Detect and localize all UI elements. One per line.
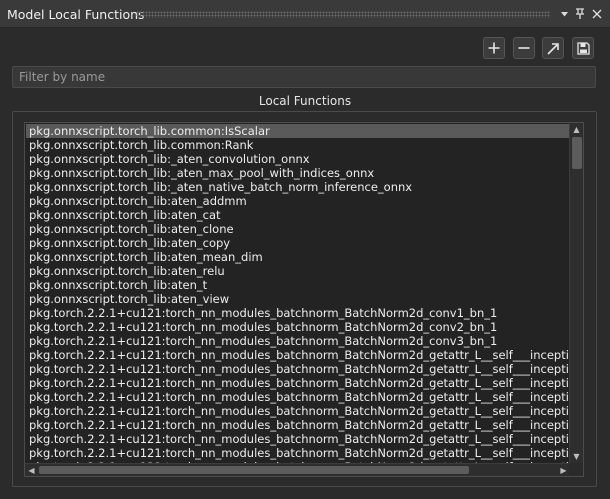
filter-input[interactable]	[12, 66, 596, 88]
group-title: Local Functions	[258, 94, 352, 108]
list-item[interactable]: pkg.torch.2.2.1+cu121:torch_nn_modules_b…	[26, 334, 569, 348]
save-button[interactable]	[572, 37, 594, 59]
list-item[interactable]: pkg.torch.2.2.1+cu121:torch_nn_modules_b…	[26, 446, 569, 460]
scroll-corner	[569, 463, 583, 476]
list-item[interactable]: pkg.torch.2.2.1+cu121:torch_nn_modules_b…	[26, 390, 569, 404]
list-item[interactable]: pkg.onnxscript.torch_lib:aten_clone	[26, 222, 569, 236]
vertical-scroll-thumb[interactable]	[572, 137, 582, 169]
scroll-down-icon[interactable]: ▼	[570, 450, 583, 463]
pin-icon[interactable]	[572, 6, 588, 22]
window-title: Model Local Functions	[7, 7, 145, 22]
export-button[interactable]	[542, 37, 564, 59]
list-item[interactable]: pkg.onnxscript.torch_lib:_aten_native_ba…	[26, 180, 569, 194]
list-item[interactable]: pkg.onnxscript.torch_lib:aten_addmm	[26, 194, 569, 208]
list-item[interactable]: pkg.onnxscript.torch_lib:aten_relu	[26, 264, 569, 278]
list-item[interactable]: pkg.torch.2.2.1+cu121:torch_nn_modules_b…	[26, 362, 569, 376]
list-item[interactable]: pkg.onnxscript.torch_lib:aten_view	[26, 292, 569, 306]
list-rows: pkg.onnxscript.torch_lib.common:IsScalar…	[26, 124, 569, 464]
list-item[interactable]: pkg.torch.2.2.1+cu121:torch_nn_modules_b…	[26, 432, 569, 446]
scroll-up-icon[interactable]: ▲	[570, 123, 583, 136]
vertical-scrollbar[interactable]: ▲ ▼	[569, 123, 583, 463]
list-item[interactable]: pkg.torch.2.2.1+cu121:torch_nn_modules_b…	[26, 320, 569, 334]
list-item[interactable]: pkg.onnxscript.torch_lib:aten_mean_dim	[26, 250, 569, 264]
list-item[interactable]: pkg.onnxscript.torch_lib:aten_copy	[26, 236, 569, 250]
list-item[interactable]: pkg.torch.2.2.1+cu121:torch_nn_modules_b…	[26, 418, 569, 432]
list-item[interactable]: pkg.torch.2.2.1+cu121:torch_nn_modules_b…	[26, 376, 569, 390]
list-item[interactable]: pkg.torch.2.2.1+cu121:torch_nn_modules_b…	[26, 306, 569, 320]
save-icon	[576, 41, 590, 55]
plus-icon	[488, 42, 500, 54]
horizontal-scrollbar[interactable]: ◀ ▶	[25, 463, 570, 476]
close-icon[interactable]	[589, 6, 605, 22]
scroll-left-icon[interactable]: ◀	[25, 464, 38, 476]
drag-grip[interactable]	[136, 11, 550, 18]
list-item[interactable]: pkg.torch.2.2.1+cu121:torch_nn_modules_b…	[26, 348, 569, 362]
list-item[interactable]: pkg.onnxscript.torch_lib.common:IsScalar	[26, 124, 569, 138]
list-item[interactable]: pkg.torch.2.2.1+cu121:torch_nn_modules_b…	[26, 404, 569, 418]
add-button[interactable]	[483, 37, 505, 59]
title-bar[interactable]: Model Local Functions	[0, 0, 610, 28]
minus-icon	[518, 42, 530, 54]
list-item[interactable]: pkg.onnxscript.torch_lib:aten_t	[26, 278, 569, 292]
horizontal-scroll-thumb[interactable]	[39, 466, 469, 474]
list-item[interactable]: pkg.onnxscript.torch_lib:_aten_convoluti…	[26, 152, 569, 166]
list-item[interactable]: pkg.onnxscript.torch_lib:aten_cat	[26, 208, 569, 222]
export-icon	[546, 42, 560, 55]
list-item[interactable]: pkg.onnxscript.torch_lib.common:Rank	[26, 138, 569, 152]
remove-button[interactable]	[513, 37, 535, 59]
chevron-down-icon[interactable]	[556, 6, 572, 22]
local-functions-list[interactable]: pkg.onnxscript.torch_lib.common:IsScalar…	[24, 122, 584, 477]
list-item[interactable]: pkg.onnxscript.torch_lib:_aten_max_pool_…	[26, 166, 569, 180]
